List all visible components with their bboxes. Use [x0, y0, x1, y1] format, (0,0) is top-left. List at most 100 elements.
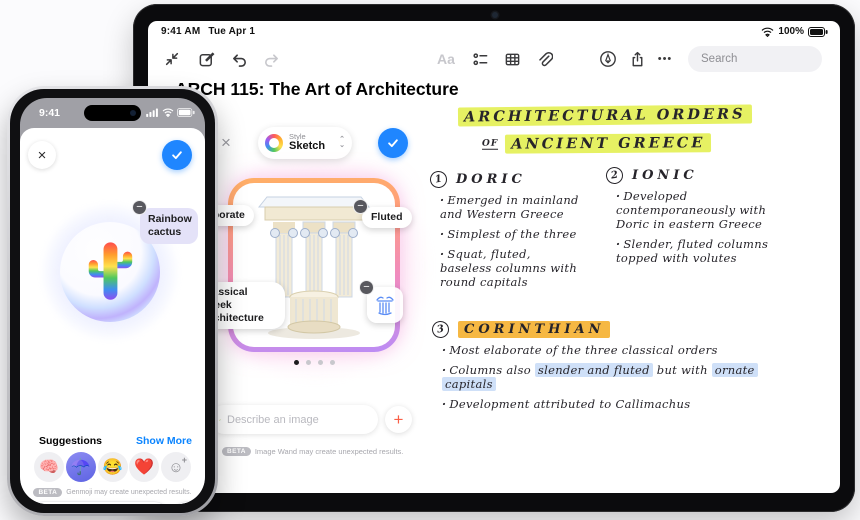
note-section-heading: 3 CORINTHIAN: [430, 319, 777, 340]
disclaimer-text: Image Wand may create unexpected results…: [254, 447, 404, 456]
minus-icon: −: [363, 281, 370, 293]
genmoji-confirm-button[interactable]: [162, 140, 192, 170]
note-bullet: · Development attributed to Callimachus: [442, 397, 691, 412]
image-wand-pencil-icon: [219, 418, 221, 421]
compose-icon[interactable]: [194, 47, 218, 71]
wifi-icon: [162, 108, 174, 117]
share-icon[interactable]: [625, 47, 649, 71]
ellipsis-glyph: •••: [657, 53, 673, 65]
checklist-icon[interactable]: [468, 47, 492, 71]
battery-percent: 100%: [778, 26, 804, 37]
section-number-circle: 2: [604, 165, 625, 186]
marketing-composite: 9:41 AM Tue Apr 1 100% Aa ••• Search ARC…: [0, 0, 860, 520]
suggestion-emoji[interactable]: 🧠: [34, 452, 64, 482]
genmoji-tag-rainbow-cactus[interactable]: Rainbow cactus: [140, 208, 198, 245]
describe-image-field[interactable]: [210, 405, 378, 434]
notes-section-doric: 1 DORIC · Emerged in mainland and Western G…: [428, 169, 582, 295]
column-sketch-icon: [376, 296, 394, 316]
section-number-circle: 1: [428, 169, 449, 190]
search-field[interactable]: [688, 46, 840, 72]
show-more-link[interactable]: Show More: [136, 435, 192, 447]
image-wand-confirm-button[interactable]: [378, 128, 408, 158]
notes-heading-line2: OF ANCIENT GREECE: [481, 133, 712, 154]
beta-badge: BETA: [222, 447, 251, 456]
section-name: DORIC: [456, 172, 526, 187]
page-dot-active[interactable]: [293, 360, 299, 365]
genmoji-disclaimer: BETA Genmoji may create unexpected resul…: [20, 488, 205, 497]
note-bullet: · Columns also slender and fluted but wit…: [442, 363, 777, 392]
note-bullet: · Most elaborate of the three classical o…: [442, 343, 718, 357]
suggestion-row: 🧠 ☂️ 😂 ❤️ ☺ +: [20, 452, 205, 482]
table-icon[interactable]: [500, 47, 524, 71]
image-wand-close-button[interactable]: ×: [216, 133, 236, 153]
page-dot[interactable]: [329, 360, 335, 365]
ipad-date: Tue Apr 1: [208, 26, 256, 37]
iphone-status-icons: [146, 108, 195, 117]
iphone-front-camera: [130, 110, 136, 116]
suggestion-emoji[interactable]: ❤️: [129, 452, 160, 482]
dynamic-island: [84, 105, 141, 121]
page-dot[interactable]: [317, 360, 323, 365]
undo-icon[interactable]: [227, 47, 251, 71]
remove-sketch-tag-button[interactable]: −: [359, 280, 374, 295]
ipad-status-bar: 9:41 AM Tue Apr 1: [161, 26, 263, 37]
tag-fluted[interactable]: Fluted: [362, 207, 412, 229]
chevron-up-down-icon: ⌃ ⌄: [339, 136, 345, 149]
close-icon: ×: [221, 133, 231, 152]
close-icon: ×: [37, 146, 47, 164]
note-bullet: · Developed contemporaneously with Doric …: [616, 189, 767, 232]
sketch-reference-thumbnail[interactable]: [367, 287, 403, 323]
collapse-icon[interactable]: [160, 47, 184, 71]
cellular-icon: [146, 108, 158, 117]
note-bullet: · Emerged in mainland and Western Greece: [440, 193, 579, 222]
note-bullet: · Squat, fluted, baseless columns with ro…: [440, 247, 578, 290]
ipad-screen: 9:41 AM Tue Apr 1 100% Aa ••• Search ARC…: [148, 21, 840, 493]
minus-icon: −: [357, 200, 364, 212]
wifi-icon: [762, 27, 774, 37]
plus-icon: +: [393, 409, 404, 429]
attachment-icon[interactable]: [532, 47, 556, 71]
page-dot[interactable]: [305, 360, 311, 365]
suggestion-emoji[interactable]: ☂️: [65, 452, 96, 482]
ipad-front-camera: [492, 12, 498, 18]
heading-of: OF: [481, 138, 499, 150]
notes-section-ionic: 2 IONIC · Developed contemporaneously with …: [604, 165, 784, 271]
text-format-button[interactable]: Aa: [434, 47, 458, 71]
remove-tag-fluted-button[interactable]: −: [353, 199, 368, 214]
style-picker[interactable]: Style Sketch ⌃ ⌄: [258, 127, 352, 159]
notes-heading-line1: ARCHITECTURAL ORDERS: [457, 104, 752, 127]
note-bullet: · Slender, fluted columns topped with vol…: [616, 237, 769, 266]
search-input[interactable]: [701, 53, 840, 65]
more-options-icon[interactable]: •••: [653, 47, 677, 71]
remove-genmoji-tag-button[interactable]: −: [132, 200, 147, 215]
ipad-status-right: 100%: [761, 26, 828, 37]
minus-icon: −: [136, 201, 143, 213]
image-pagination-dots[interactable]: [228, 360, 400, 365]
note-bullet: · Simplest of the three: [440, 227, 577, 242]
describe-genmoji-field[interactable]: [30, 502, 168, 504]
disclaimer-text: Genmoji may create unexpected results.: [66, 489, 192, 496]
battery-icon: [808, 26, 828, 37]
note-title: ARCH 115: The Art of Architecture: [175, 79, 459, 99]
notes-section-corinthian: 3 CORINTHIAN · Most elaborate of the three …: [430, 319, 777, 417]
checkmark-icon: [388, 139, 398, 148]
style-swirl-icon: [265, 134, 283, 152]
beta-badge: BETA: [33, 488, 63, 497]
battery-icon: [177, 108, 195, 117]
ipad-clock: 9:41 AM: [161, 26, 201, 37]
note-section-heading: 1 DORIC: [428, 169, 582, 190]
note-section-heading: 2 IONIC: [604, 165, 784, 186]
markup-pencil-icon[interactable]: [596, 47, 620, 71]
text-format-label: Aa: [437, 51, 455, 67]
describe-image-input[interactable]: [227, 413, 369, 426]
add-emoji-button[interactable]: ☺ +: [161, 452, 191, 482]
genmoji-sheet: × − Rainbow cactus Suggestions Show More…: [20, 128, 205, 504]
suggestion-emoji[interactable]: 😂: [97, 452, 128, 482]
section-name: IONIC: [632, 168, 698, 183]
genmoji-close-button[interactable]: ×: [28, 141, 56, 169]
checkmark-icon: [172, 151, 182, 160]
add-image-button[interactable]: +: [385, 406, 412, 433]
iphone-screen: 9:41 × − Rainbow cactus Suggestions Show…: [20, 98, 205, 504]
redo-icon[interactable]: [259, 47, 283, 71]
style-value: Sketch: [289, 140, 326, 153]
